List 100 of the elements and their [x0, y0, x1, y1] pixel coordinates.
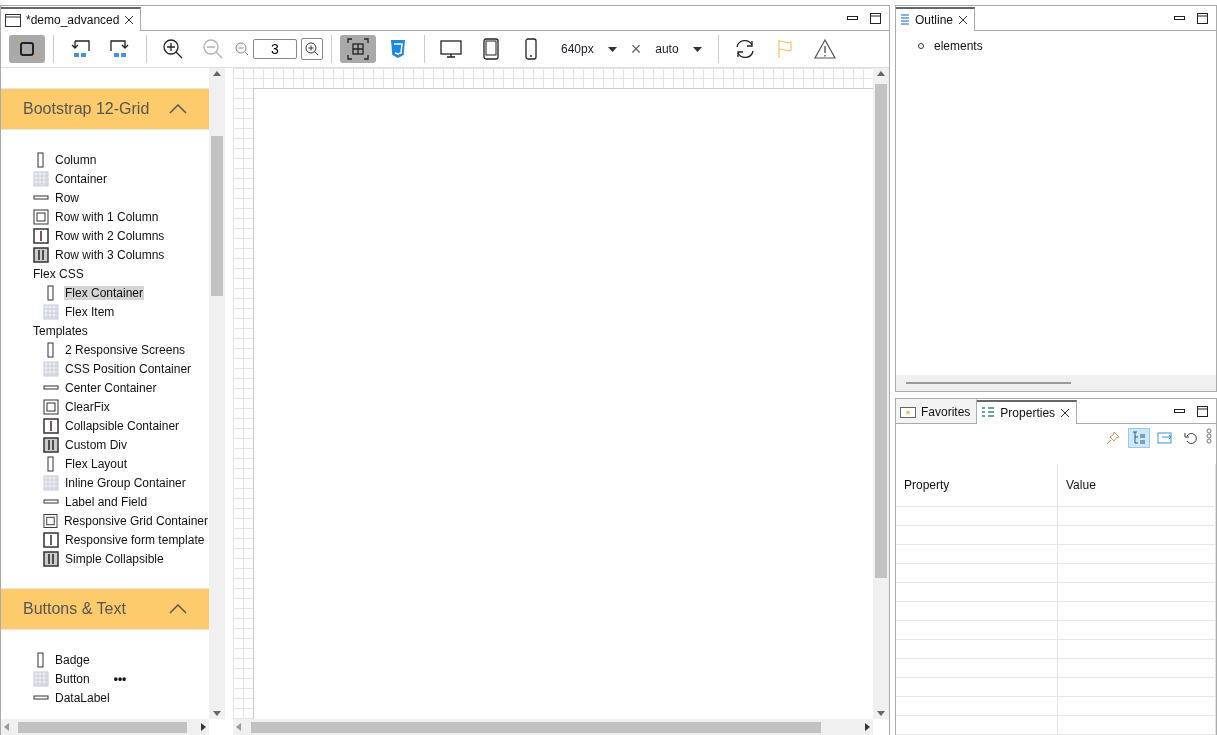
grid-icon — [33, 170, 49, 187]
palette-item[interactable]: Flex Layout — [64, 456, 129, 471]
palette-item[interactable]: Responsive Grid Container — [62, 513, 209, 528]
palette-item[interactable]: Button — [54, 671, 91, 686]
column-header: Property — [896, 464, 1058, 506]
palette-item[interactable]: Flex Container — [64, 285, 145, 300]
palette-item[interactable]: Center Container — [64, 380, 158, 395]
palette-item[interactable]: Responsive form template — [64, 532, 206, 547]
outline-icon — [900, 13, 910, 27]
palette-item[interactable]: Flex Item — [64, 304, 116, 319]
horizontal-scrollbar[interactable] — [896, 375, 1216, 391]
column-header: Value — [1058, 464, 1216, 506]
zoom-in-icon — [162, 38, 184, 60]
section-header[interactable]: Buttons & Text — [1, 588, 209, 630]
phone-icon — [525, 38, 537, 60]
two-column-icon — [33, 227, 49, 244]
times-sign: × — [629, 38, 643, 60]
pin-icon — [1106, 431, 1120, 445]
flag-icon — [775, 39, 794, 59]
window-icon — [5, 13, 21, 27]
scroll-up-arrow-icon[interactable] — [877, 71, 885, 76]
palette-item[interactable]: Row with 3 Columns — [54, 247, 166, 262]
editor-tab[interactable]: *demo_advanced — [1, 7, 142, 31]
insert-before-icon — [69, 39, 91, 59]
horizontal-scrollbar[interactable] — [233, 719, 873, 735]
zoom-out-icon — [235, 42, 249, 56]
scroll-down-arrow-icon[interactable] — [877, 711, 885, 716]
horizontal-scrollbar[interactable] — [1, 719, 209, 735]
scroll-right-arrow-icon[interactable] — [201, 723, 206, 731]
close-icon[interactable] — [1060, 408, 1071, 418]
palette-item[interactable]: 2 Responsive Screens — [64, 342, 187, 357]
palette-item[interactable]: Simple Collapsible — [64, 551, 165, 566]
close-icon[interactable] — [958, 15, 969, 25]
palette-item[interactable]: Badge — [54, 652, 91, 667]
tree-item[interactable]: elements — [934, 39, 983, 53]
palette-item[interactable]: Inline Group Container — [64, 475, 187, 490]
palette-item[interactable]: Row with 1 Column — [54, 209, 160, 224]
size-dropdown[interactable]: auto — [647, 35, 710, 63]
palette-item[interactable]: Custom Div — [64, 437, 128, 452]
palette-item[interactable]: CSS Position Container — [64, 361, 193, 376]
more-icon[interactable] — [1206, 428, 1212, 444]
grid-icon — [33, 670, 49, 687]
maximize-icon[interactable] — [1197, 405, 1208, 417]
zoom-in-button[interactable] — [301, 38, 323, 60]
minimize-icon[interactable] — [1174, 15, 1185, 21]
scroll-down-arrow-icon[interactable] — [213, 711, 221, 716]
maximize-icon[interactable] — [1197, 12, 1208, 24]
three-column-icon — [43, 550, 59, 567]
section-header[interactable]: Bootstrap 12-Grid — [1, 88, 209, 130]
outline-tab[interactable]: Outline — [896, 7, 976, 31]
scrollbar-thumb[interactable] — [906, 382, 1071, 384]
grid-icon — [43, 303, 59, 320]
zoom-in-icon — [305, 42, 319, 56]
undo-icon — [1184, 431, 1198, 445]
palette-item[interactable]: Column — [54, 152, 98, 167]
palette-item[interactable]: Row — [54, 190, 80, 205]
more-button[interactable]: ••• — [113, 671, 127, 686]
palette-item[interactable]: Container — [54, 171, 109, 186]
tree-icon — [1132, 431, 1146, 445]
zoom-out-icon — [202, 38, 224, 60]
palette-item[interactable]: ClearFix — [64, 399, 111, 414]
palette-item[interactable]: DataLabel — [54, 690, 111, 705]
group-label: Templates — [33, 322, 89, 340]
palette-item[interactable]: Row with 2 Columns — [54, 228, 166, 243]
folder-icon — [900, 405, 916, 418]
collapse-icon[interactable] — [169, 604, 187, 614]
dropdown-arrow-icon — [692, 46, 702, 52]
palette-item[interactable]: Collapsible Container — [64, 418, 181, 433]
minimize-icon[interactable] — [847, 15, 858, 21]
grid-icon — [347, 38, 369, 60]
panel-tab[interactable]: Properties — [977, 400, 1078, 424]
vertical-scrollbar[interactable] — [209, 68, 225, 719]
scrollbar-thumb[interactable] — [211, 136, 223, 296]
properties-icon — [981, 406, 996, 420]
scroll-up-arrow-icon[interactable] — [213, 71, 221, 76]
vertical-scrollbar[interactable] — [873, 68, 889, 719]
desktop-icon — [440, 39, 462, 59]
group-label: Flex CSS — [33, 265, 85, 283]
minimize-icon[interactable] — [1174, 408, 1185, 414]
panel-tab[interactable]: Favorites — [896, 399, 978, 423]
css-icon — [390, 39, 406, 59]
three-column-icon — [43, 436, 59, 453]
three-column-icon — [33, 246, 49, 263]
zoom-field[interactable]: 3 — [253, 39, 297, 59]
collapse-icon[interactable] — [169, 104, 187, 114]
palette-item[interactable]: Label and Field — [64, 494, 149, 509]
scrollbar-thumb[interactable] — [251, 722, 821, 733]
dropdown-arrow-icon — [607, 46, 617, 52]
grid-icon — [43, 474, 59, 491]
square-icon — [17, 39, 37, 59]
two-column-icon — [43, 531, 59, 548]
size-dropdown[interactable]: 640px — [553, 35, 625, 63]
scrollbar-thumb[interactable] — [875, 84, 887, 578]
close-icon[interactable] — [124, 15, 135, 25]
maximize-icon[interactable] — [870, 12, 881, 24]
square-icon — [43, 398, 59, 415]
toolbar-button[interactable] — [9, 35, 45, 63]
scroll-right-arrow-icon[interactable] — [865, 723, 870, 731]
square-icon — [33, 208, 49, 225]
scrollbar-thumb[interactable] — [18, 722, 187, 733]
